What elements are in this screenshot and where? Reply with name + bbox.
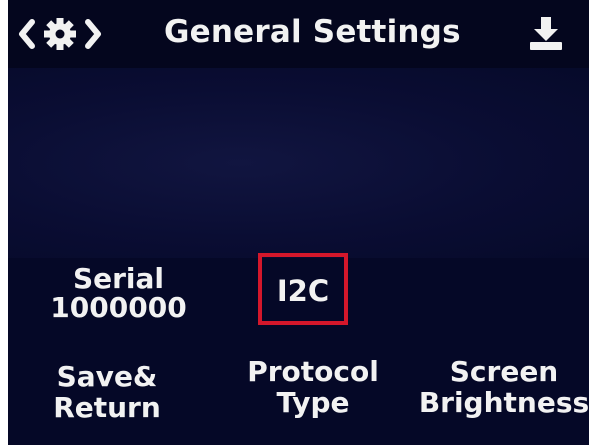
- save-return-button[interactable]: Save& Return: [32, 360, 182, 424]
- device-screen: General Settings Serial 1000000 I2C Save…: [8, 0, 589, 445]
- protocol-type-label-line2: Type: [276, 385, 350, 419]
- serial-setting-value: Serial 1000000: [36, 264, 201, 323]
- settings-nav-icon[interactable]: [18, 14, 102, 54]
- protocol-type-button[interactable]: Protocol Type: [228, 355, 398, 419]
- protocol-type-label-line1: Protocol: [247, 355, 379, 388]
- protocol-value: I2C: [276, 274, 330, 308]
- page-title: General Settings: [164, 14, 461, 50]
- serial-label: Serial: [72, 262, 165, 295]
- save-return-label-line2: Return: [53, 390, 161, 424]
- save-return-label-line1: Save&: [56, 360, 158, 393]
- serial-baud-value: 1000000: [50, 291, 187, 325]
- screen-background: [8, 68, 589, 258]
- screen-brightness-label-line1: Screen: [449, 355, 559, 388]
- download-icon[interactable]: [526, 14, 566, 54]
- screen-brightness-button[interactable]: Screen Brightness: [418, 355, 589, 419]
- header-bar: General Settings: [8, 0, 589, 68]
- screen-brightness-label-line2: Brightness: [418, 385, 589, 419]
